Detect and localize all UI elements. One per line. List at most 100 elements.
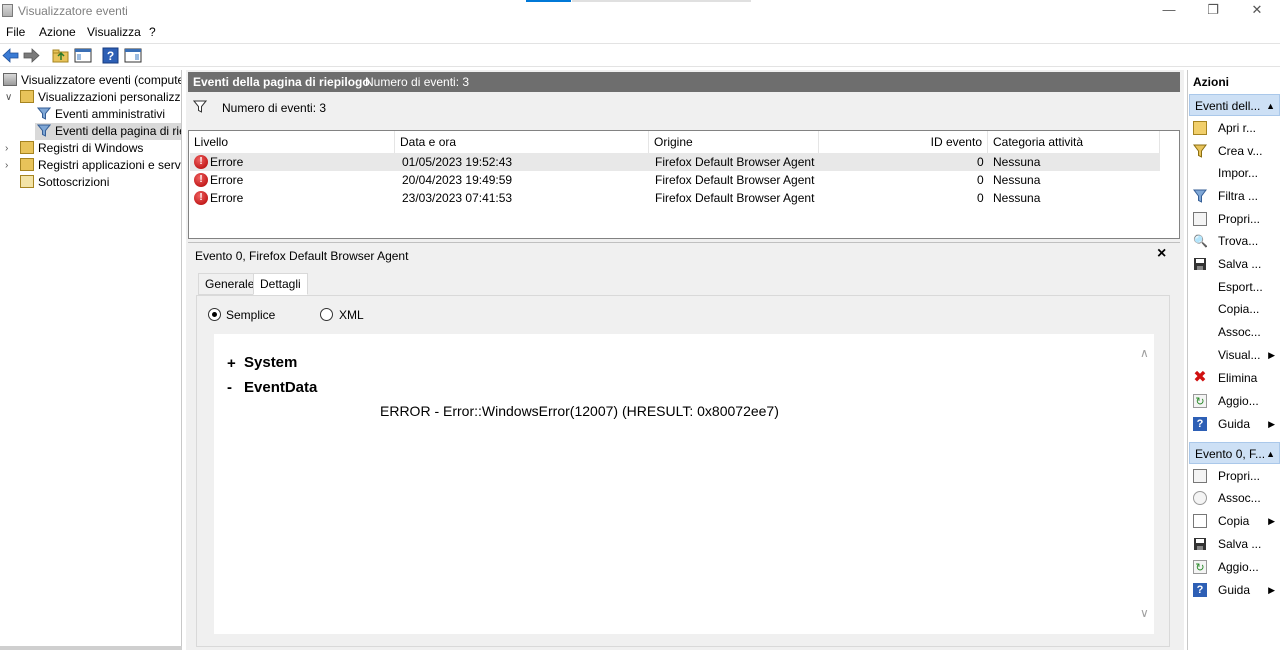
submenu-arrow-icon: ▶: [1268, 585, 1275, 595]
filter-icon: [1193, 189, 1207, 203]
radio-semplice[interactable]: [208, 308, 221, 321]
system-node-label: System: [244, 354, 298, 371]
folder-up-icon[interactable]: [52, 47, 70, 64]
menu-visualizza[interactable]: Visualizza: [87, 25, 141, 39]
filter-icon[interactable]: [193, 100, 207, 113]
detail-title: Evento 0, Firefox Default Browser Agent: [195, 249, 409, 263]
collapse-triangle-icon[interactable]: ▲: [1266, 443, 1275, 463]
column-header-datetime[interactable]: Data e ora: [395, 131, 649, 153]
help-icon: ?: [1193, 417, 1207, 431]
details-tab-panel: Semplice XML + System - EventData ERROR …: [196, 295, 1170, 647]
action-elimina[interactable]: ✖ Elimina: [1188, 367, 1280, 389]
menu-file[interactable]: File: [6, 25, 25, 39]
menu-help[interactable]: ?: [149, 25, 156, 39]
save-disk-icon: [1194, 258, 1206, 270]
action-visualizza[interactable]: Visual... ▶: [1188, 344, 1280, 366]
actions-section-summary[interactable]: Eventi dell... ▲: [1189, 94, 1280, 116]
binoculars-icon: 🔍: [1193, 234, 1208, 248]
expand-chevron-right-icon[interactable]: ›: [5, 143, 8, 154]
action-proprieta[interactable]: Propri...: [1188, 208, 1280, 230]
eventdata-value: ERROR - Error::WindowsError(12007) (HRES…: [380, 403, 779, 419]
copy-icon: [1193, 514, 1207, 528]
event-viewer-app-icon: [2, 4, 13, 17]
action-aggiorna[interactable]: ↻ Aggio...: [1188, 390, 1280, 412]
action-event-proprieta[interactable]: Propri...: [1188, 465, 1280, 487]
expand-chevron-down-icon[interactable]: ∨: [5, 92, 12, 103]
radio-xml-label: XML: [339, 308, 364, 322]
action-importa[interactable]: Impor...: [1188, 162, 1280, 184]
back-arrow-icon[interactable]: [2, 47, 20, 64]
expand-chevron-right-icon[interactable]: ›: [5, 160, 8, 171]
menu-azione[interactable]: Azione: [39, 25, 76, 39]
refresh-icon: ↻: [1193, 560, 1207, 574]
table-row[interactable]: ! Errore 01/05/2023 19:52:43 Firefox Def…: [190, 153, 1160, 171]
action-event-associa[interactable]: Assoc...: [1188, 487, 1280, 509]
action-copia[interactable]: Copia...: [1188, 298, 1280, 320]
action-trova[interactable]: 🔍 Trova...: [1188, 230, 1280, 252]
tree-node-admin-events[interactable]: Eventi amministrativi: [37, 106, 165, 123]
scroll-down-chevron-icon[interactable]: ∨: [1140, 606, 1149, 620]
action-event-salva[interactable]: Salva ...: [1188, 533, 1280, 555]
help-icon: ?: [1193, 583, 1207, 597]
summary-title: Eventi della pagina di riepilogo: [193, 75, 370, 89]
tree-node-custom-views[interactable]: Visualizzazioni personalizzate: [20, 89, 181, 106]
error-icon: !: [194, 173, 208, 187]
action-event-guida[interactable]: ? Guida ▶: [1188, 579, 1280, 601]
collapse-triangle-icon[interactable]: ▲: [1266, 95, 1275, 115]
table-row[interactable]: ! Errore 23/03/2023 07:41:53 Firefox Def…: [190, 189, 1160, 207]
tree-node-summary-page-events[interactable]: Eventi della pagina di riep: [35, 123, 181, 140]
eventdata-node-label: EventData: [244, 379, 318, 396]
folder-icon: [20, 158, 34, 171]
system-expand-toggle[interactable]: +: [227, 355, 236, 372]
tree-node-windows-logs[interactable]: Registri di Windows: [20, 140, 143, 157]
minimize-button[interactable]: —: [1146, 0, 1192, 22]
tree-node-subscriptions[interactable]: Sottoscrizioni: [20, 174, 109, 191]
action-apri[interactable]: Apri r...: [1188, 117, 1280, 139]
close-detail-icon[interactable]: ×: [1157, 245, 1166, 263]
column-header-source[interactable]: Origine: [649, 131, 819, 153]
summary-header: Eventi della pagina di riepilogo Numero …: [188, 72, 1180, 92]
help-icon[interactable]: ?: [102, 47, 120, 64]
action-event-aggiorna[interactable]: ↻ Aggio...: [1188, 556, 1280, 578]
tab-generale[interactable]: Generale: [198, 273, 262, 295]
folder-icon: [20, 90, 34, 103]
radio-xml[interactable]: [320, 308, 333, 321]
table-row[interactable]: ! Errore 20/04/2023 19:49:59 Firefox Def…: [190, 171, 1160, 189]
close-window-button[interactable]: ✕: [1234, 0, 1280, 22]
show-hide-actions-icon[interactable]: [124, 47, 142, 64]
scroll-up-chevron-icon[interactable]: ∧: [1140, 346, 1149, 360]
submenu-arrow-icon: ▶: [1268, 350, 1275, 360]
event-detail-pane: Evento 0, Firefox Default Browser Agent …: [188, 242, 1180, 650]
radio-semplice-label: Semplice: [226, 308, 276, 322]
properties-icon: [1193, 212, 1207, 226]
eventdata-collapse-toggle[interactable]: -: [227, 379, 232, 396]
restore-button[interactable]: ❐: [1190, 0, 1236, 22]
create-filter-icon: [1193, 144, 1207, 158]
actions-pane: Azioni Eventi dell... ▲ Apri r... Crea v…: [1187, 70, 1280, 650]
column-header-event-id[interactable]: ID evento: [819, 131, 988, 153]
tree-node-app-service-logs[interactable]: Registri applicazioni e servizi: [20, 157, 181, 174]
tab-dettagli[interactable]: Dettagli: [253, 273, 308, 295]
action-crea[interactable]: Crea v...: [1188, 140, 1280, 162]
tree-horizontal-scrollbar[interactable]: [0, 646, 182, 650]
action-filtra[interactable]: Filtra ...: [1188, 185, 1280, 207]
forward-arrow-icon[interactable]: [22, 47, 40, 64]
actions-section-event[interactable]: Evento 0, F... ▲: [1189, 442, 1280, 464]
column-header-category[interactable]: Categoria attività: [988, 131, 1160, 153]
properties-icon: [1193, 469, 1207, 483]
center-panel: Eventi della pagina di riepilogo Numero …: [186, 70, 1184, 650]
events-table: Livello Data e ora Origine ID evento Cat…: [188, 130, 1180, 239]
tree-node-root[interactable]: Visualizzatore eventi (computer: [3, 72, 181, 89]
summary-count: Numero di eventi: 3: [365, 75, 470, 89]
column-header-level[interactable]: Livello: [189, 131, 395, 153]
event-xml-view: + System - EventData ERROR - Error::Wind…: [214, 334, 1154, 634]
action-associa[interactable]: Assoc...: [1188, 321, 1280, 343]
action-event-copia[interactable]: Copia ▶: [1188, 510, 1280, 532]
submenu-arrow-icon: ▶: [1268, 419, 1275, 429]
error-icon: !: [194, 191, 208, 205]
action-esporta[interactable]: Esport...: [1188, 276, 1280, 298]
submenu-arrow-icon: ▶: [1268, 516, 1275, 526]
action-guida[interactable]: ? Guida ▶: [1188, 413, 1280, 435]
action-salva[interactable]: Salva ...: [1188, 253, 1280, 275]
show-hide-tree-icon[interactable]: [74, 47, 92, 64]
